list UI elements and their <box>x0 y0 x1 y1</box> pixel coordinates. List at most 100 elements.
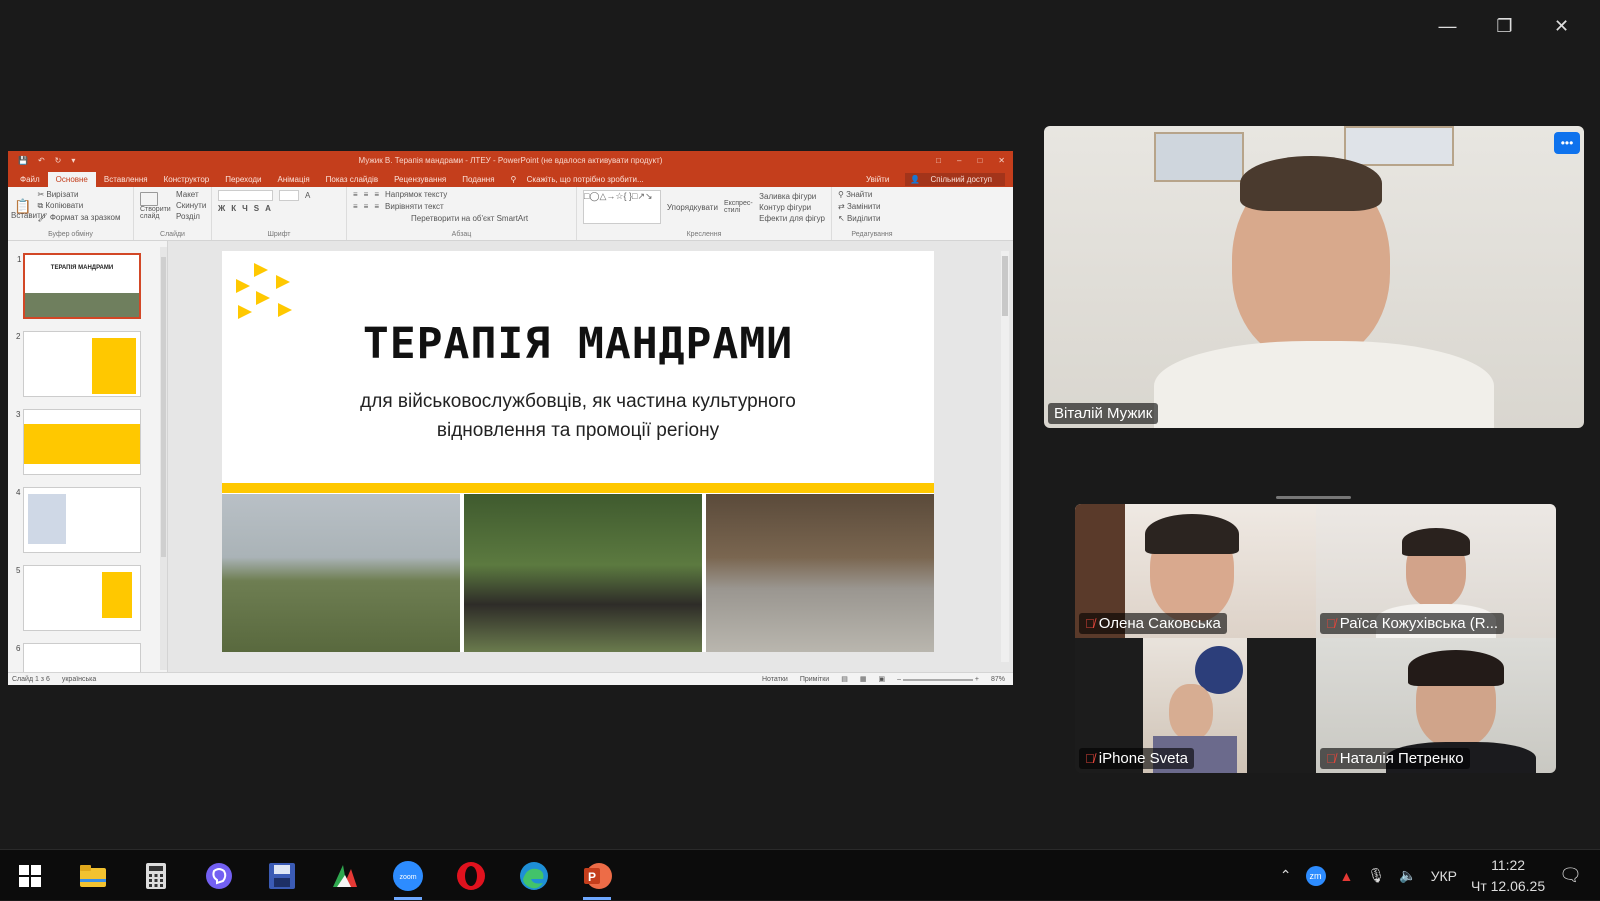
slide-scrollbar[interactable] <box>1001 251 1009 662</box>
tell-me-box[interactable]: ⚲ Скажіть, що потрібно зробити... <box>503 172 660 187</box>
opera-icon[interactable] <box>451 858 491 894</box>
language-indicator[interactable]: УКР <box>1431 868 1457 884</box>
save-app-icon[interactable] <box>262 858 302 894</box>
zoom-slider[interactable]: – + <box>897 676 979 683</box>
slide-thumbnail-5[interactable]: 5 <box>16 565 141 631</box>
panel-divider[interactable] <box>1276 496 1351 499</box>
find-button[interactable]: ⚲ Знайти <box>838 190 906 199</box>
layout-button[interactable]: Макет <box>176 190 206 199</box>
powerpoint-icon[interactable]: P <box>577 858 617 900</box>
zoom-level[interactable]: 87% <box>991 676 1005 683</box>
close-icon[interactable]: ✕ <box>1533 8 1590 44</box>
tab-animations[interactable]: Анімація <box>269 172 317 187</box>
align-text-button[interactable]: Вирівняти текст <box>385 202 444 211</box>
clock[interactable]: 11:22 Чт 12.06.25 <box>1471 855 1545 897</box>
normal-view-icon[interactable]: ▤ <box>841 675 848 683</box>
section-button[interactable]: Розділ <box>176 212 206 221</box>
notifications-icon[interactable]: 🗨 <box>1559 865 1582 886</box>
tab-transitions[interactable]: Переходи <box>217 172 269 187</box>
group-drawing: □◯△→☆{ }□↗↘ Упорядкувати Експрес-стилі З… <box>577 187 832 240</box>
more-options-button[interactable]: ••• <box>1554 132 1580 154</box>
shape-fill-button[interactable]: Заливка фігури <box>759 192 825 201</box>
slide-thumbnail-3[interactable]: 3 <box>16 409 141 475</box>
arrows-logo-icon <box>236 263 292 319</box>
underline-icon[interactable]: Ч <box>242 204 248 213</box>
reading-view-icon[interactable]: ▣ <box>878 675 885 683</box>
copy-button[interactable]: ⧉ Копіювати <box>37 201 120 211</box>
cut-button[interactable]: ✂ Вирізати <box>37 190 120 199</box>
align-left-icon[interactable]: ≡ <box>353 202 358 211</box>
zoom-tray-icon[interactable]: zm <box>1305 865 1326 886</box>
align-center-icon[interactable]: ≡ <box>364 202 369 211</box>
share-button[interactable]: 👤 Спільний доступ <box>905 173 1005 186</box>
format-painter-button[interactable]: 🖌 Формат за зразком <box>37 213 120 222</box>
new-slide-button[interactable]: Створити слайд <box>140 191 171 220</box>
language-status[interactable]: українська <box>62 676 96 683</box>
find-label: Знайти <box>846 190 873 199</box>
text-direction-button[interactable]: Напрямок тексту <box>385 190 447 199</box>
sign-in-link[interactable]: Увійти <box>858 172 897 187</box>
chevron-up-icon[interactable]: ⌃ <box>1280 867 1292 884</box>
slide-thumbnail-6[interactable]: 6 <box>16 643 141 672</box>
font-name-input[interactable] <box>218 190 273 201</box>
smartart-button[interactable]: Перетворити на об'єкт SmartArt <box>411 214 528 223</box>
numbering-icon[interactable]: ≡ <box>364 190 369 199</box>
ribbon-options-icon[interactable]: □ <box>936 156 941 165</box>
restore-icon[interactable]: ❐ <box>1476 8 1533 44</box>
participant-tile-4[interactable]: 🎙̸ Наталія Петренко <box>1316 638 1556 773</box>
bullets-icon[interactable]: ≡ <box>353 190 358 199</box>
slide-canvas[interactable]: ТЕРАПІЯ МАНДРАМИ для військовослужбовців… <box>222 251 934 652</box>
font-size-input[interactable] <box>279 190 299 201</box>
volume-icon[interactable]: 🔈 <box>1399 867 1416 884</box>
ppt-minimize-icon[interactable]: – <box>957 156 961 165</box>
minimize-icon[interactable]: — <box>1419 8 1476 44</box>
sorter-view-icon[interactable]: ▦ <box>860 675 867 683</box>
tab-file[interactable]: Файл <box>12 172 48 187</box>
shapes-gallery[interactable]: □◯△→☆{ }□↗↘ <box>583 190 661 224</box>
slide-thumbnail-4[interactable]: 4 <box>16 487 141 553</box>
mic-muted-icon: 🎙̸ <box>1326 616 1336 631</box>
italic-icon[interactable]: К <box>231 204 236 213</box>
select-button[interactable]: ↖ Виділити <box>838 214 906 223</box>
mic-muted-icon: 🎙̸ <box>1085 616 1095 631</box>
align-right-icon[interactable]: ≡ <box>374 202 379 211</box>
tab-view[interactable]: Подання <box>454 172 502 187</box>
windows-start-icon[interactable] <box>10 858 50 894</box>
microphone-tray-icon[interactable]: 🎙 <box>1367 867 1385 884</box>
calculator-icon[interactable] <box>136 858 176 894</box>
participant-tile-2[interactable]: 🎙̸ Раїса Кожухівська (R... <box>1316 504 1556 638</box>
photos-app-icon[interactable] <box>325 858 365 894</box>
replace-button[interactable]: ⇄ Замінити <box>838 202 906 211</box>
network-tray-icon[interactable]: ▲ <box>1340 868 1354 884</box>
notes-button[interactable]: Нотатки <box>762 676 788 683</box>
comments-button[interactable]: Примітки <box>800 676 829 683</box>
tab-review[interactable]: Рецензування <box>386 172 454 187</box>
zoom-icon[interactable]: zoom <box>388 858 428 900</box>
grow-font-icon[interactable]: A <box>305 191 310 200</box>
slide-thumbnail-2[interactable]: 2 <box>16 331 141 397</box>
viber-icon[interactable] <box>199 858 239 894</box>
tab-insert[interactable]: Вставлення <box>96 172 156 187</box>
tab-home[interactable]: Основне <box>47 172 96 187</box>
quick-styles-button[interactable]: Експрес-стилі <box>724 200 753 214</box>
thumbnails-scrollbar[interactable] <box>160 247 167 670</box>
participant-tile-3[interactable]: 🎙̸ iPhone Sveta <box>1075 638 1316 773</box>
file-explorer-icon[interactable] <box>73 858 113 894</box>
shape-outline-button[interactable]: Контур фігури <box>759 203 825 212</box>
slide-thumbnail-1[interactable]: 1 ТЕРАПІЯ МАНДРАМИ <box>17 253 141 319</box>
ppt-maximize-icon[interactable]: □ <box>977 156 982 165</box>
indent-icon[interactable]: ≡ <box>374 190 379 199</box>
shape-effects-button[interactable]: Ефекти для фігур <box>759 214 825 223</box>
tab-design[interactable]: Конструктор <box>156 172 218 187</box>
font-color-icon[interactable]: A <box>265 204 271 213</box>
participant-tile-1[interactable]: 🎙̸ Олена Саковська <box>1075 504 1316 638</box>
reset-button[interactable]: Скинути <box>176 201 206 210</box>
system-tray: ⌃ zm ▲ 🎙 🔈 УКР 11:22 Чт 12.06.25 🗨 <box>1280 850 1600 901</box>
speaker-video[interactable]: ••• Віталій Мужик <box>1044 126 1584 428</box>
strike-icon[interactable]: S <box>254 204 259 213</box>
arrange-button[interactable]: Упорядкувати <box>667 203 718 212</box>
edge-icon[interactable] <box>514 858 554 894</box>
ppt-close-icon[interactable]: ✕ <box>998 156 1005 165</box>
bold-icon[interactable]: Ж <box>218 204 225 213</box>
tab-slideshow[interactable]: Показ слайдів <box>318 172 386 187</box>
